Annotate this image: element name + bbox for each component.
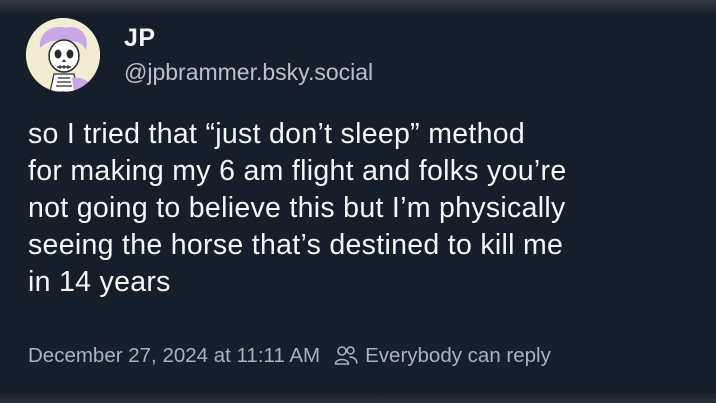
post-text-line: not going to believe this but I’m physic… [28,192,566,224]
post-text: so I tried that “just don’t sleep” metho… [28,116,700,301]
post-text-line: seeing the horse that’s destined to kill… [28,229,564,261]
reply-setting-label: Everybody can reply [365,344,551,367]
reply-setting[interactable]: Everybody can reply [334,344,551,368]
post-meta: December 27, 2024 at 11:11 AM Everybody … [28,344,551,368]
bottom-edge-strip [0,393,716,403]
author-handle[interactable]: @jpbrammer.bsky.social [124,59,373,86]
author-display-name[interactable]: JP [124,24,156,53]
post-text-line: in 14 years [28,266,171,298]
post-timestamp[interactable]: December 27, 2024 at 11:11 AM [28,344,320,368]
avatar[interactable] [26,18,100,92]
skeleton-avatar-icon [26,18,100,92]
people-icon [334,346,358,365]
top-edge-strip [0,0,716,14]
post-screenshot: JP @jpbrammer.bsky.social so I tried tha… [0,0,716,403]
post-text-line: for making my 6 am flight and folks you’… [28,155,567,187]
post-text-line: so I tried that “just don’t sleep” metho… [28,118,526,150]
